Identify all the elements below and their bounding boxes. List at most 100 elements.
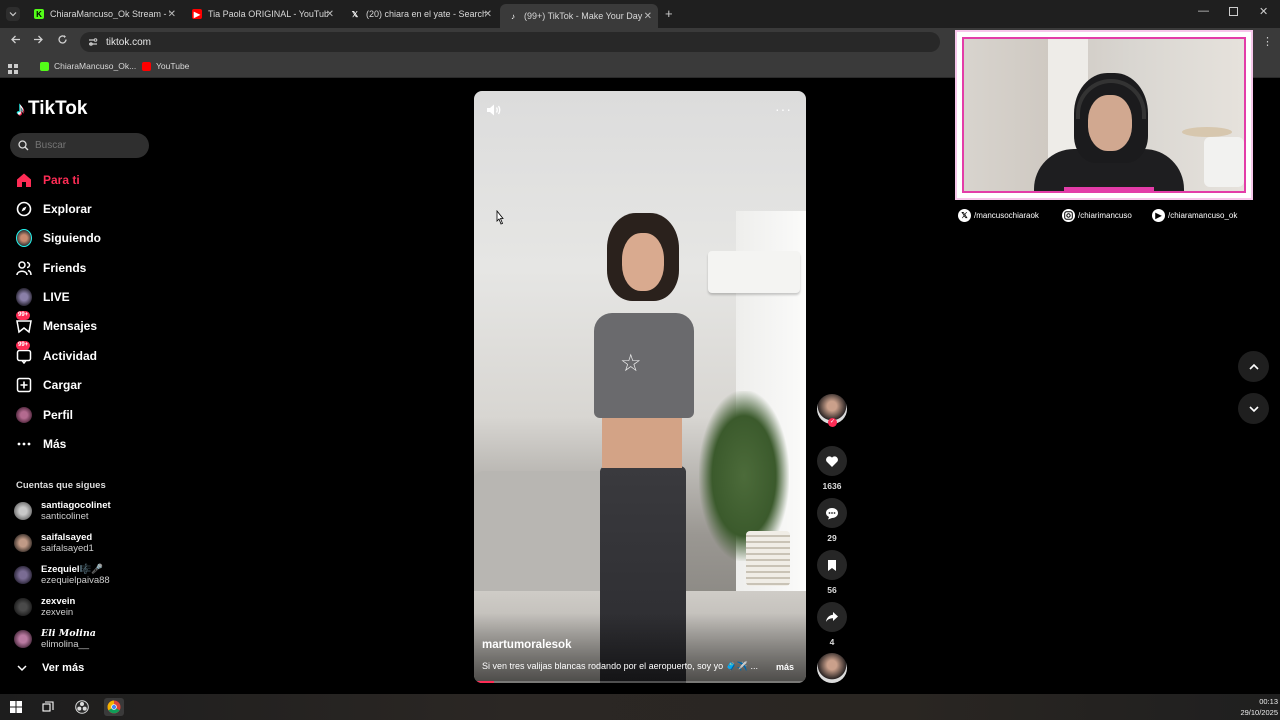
messages-icon: 99+ [16, 311, 32, 334]
search-box[interactable] [10, 133, 149, 158]
tiktok-logo[interactable]: ♪ TikTok [16, 98, 87, 120]
close-tab-icon[interactable]: ✕ [326, 9, 334, 20]
forward-button[interactable] [33, 34, 44, 48]
tiktok-note-icon: ♪ [16, 98, 25, 119]
messages-badge: 99+ [16, 311, 31, 320]
back-button[interactable] [10, 34, 21, 48]
see-more-button[interactable]: Ver más [16, 662, 84, 674]
nav-following[interactable]: Siguiendo [16, 228, 101, 248]
tab-x-search[interactable]: 𝕏 (20) chiara en el yate - Search / ✕ [342, 4, 498, 24]
nav-messages[interactable]: 99+ Mensajes [16, 311, 97, 336]
save-button[interactable]: 56 [817, 550, 847, 595]
close-tab-icon[interactable]: ✕ [168, 9, 176, 20]
apps-grid-icon[interactable] [8, 61, 18, 79]
video-scene-basket [746, 531, 790, 586]
sound-disc-button[interactable] [817, 653, 847, 683]
following-account[interactable]: saifalsayed saifalsayed1 [14, 530, 94, 556]
video-person-midriff [602, 416, 682, 468]
webcam-overlay [955, 30, 1253, 200]
youtube-icon: ▶ [1152, 209, 1165, 222]
mouse-cursor-icon [496, 210, 504, 225]
avatar [14, 566, 32, 584]
following-account[interactable]: zexvein zexvein [14, 594, 75, 620]
close-tab-icon[interactable]: ✕ [644, 11, 652, 22]
following-account[interactable]: 𝑬𝒍𝒊 𝑴𝒐𝒍𝒊𝒏𝒂 elimolina__ [14, 626, 96, 652]
live-avatar [16, 288, 32, 306]
obs-icon [75, 700, 89, 714]
heart-icon [826, 455, 838, 467]
video-person-face [622, 233, 664, 291]
comment-count: 29 [827, 533, 837, 543]
save-count: 56 [827, 585, 837, 595]
home-icon [16, 172, 32, 188]
avatar [14, 534, 32, 552]
activity-icon: 99+ [16, 341, 32, 364]
nav-more[interactable]: Más [16, 434, 66, 454]
task-view-icon [42, 701, 54, 712]
nav-friends[interactable]: Friends [16, 258, 86, 278]
creator-avatar-button[interactable]: ✓ [817, 394, 847, 427]
taskbar-app-obs[interactable] [72, 698, 92, 716]
webcam-frame-decoration [1064, 187, 1154, 191]
share-count: 4 [829, 637, 835, 647]
search-input[interactable] [35, 140, 135, 151]
share-button[interactable]: 4 [817, 602, 847, 647]
windows-taskbar: 00:13 29/10/2025 [0, 694, 1280, 720]
tiktok-icon: ♪ [511, 11, 515, 21]
video-progress-bar[interactable] [474, 681, 806, 683]
avatar [14, 598, 32, 616]
video-author[interactable]: martumoralesok [482, 639, 571, 651]
nav-profile[interactable]: Perfil [16, 405, 73, 425]
nav-explore[interactable]: Explorar [16, 199, 92, 219]
video-options-icon[interactable]: ··· [775, 101, 792, 117]
task-view-button[interactable] [38, 698, 58, 716]
share-icon [826, 612, 838, 622]
back-arrow-icon [11, 35, 20, 44]
start-button[interactable] [6, 698, 26, 716]
following-account[interactable]: santiagocolinet santicolinet [14, 498, 111, 524]
kick-icon: K [34, 9, 44, 19]
like-button[interactable]: 1636 [817, 446, 847, 491]
webcam-feed [962, 37, 1246, 193]
next-video-button[interactable] [1238, 393, 1269, 424]
system-clock[interactable]: 00:13 29/10/2025 [1240, 696, 1278, 718]
taskbar-app-chrome[interactable] [104, 698, 124, 716]
search-icon [18, 140, 29, 151]
caption-more-link[interactable]: más [776, 662, 794, 672]
bookmark-youtube[interactable]: YouTube [142, 61, 189, 71]
social-instagram: /chiarimancuso [1062, 209, 1132, 222]
chevron-down-icon [1248, 405, 1259, 412]
bookmark-kick[interactable]: ChiaraMancuso_Ok... [40, 61, 136, 71]
windows-icon [10, 701, 22, 713]
volume-button[interactable] [486, 103, 502, 122]
nav-upload[interactable]: Cargar [16, 375, 82, 395]
tab-youtube[interactable]: ▶ Tia Paola ORIGINAL - YouTube ✕ [184, 4, 340, 24]
webcam-scene-table [1182, 127, 1232, 137]
comment-button[interactable]: 29 [817, 498, 847, 543]
browser-menu-button[interactable]: ⋮ [1262, 35, 1273, 48]
tab-tiktok[interactable]: ♪ (99+) TikTok - Make Your Day ✕ [500, 4, 658, 28]
nav-live[interactable]: LIVE [16, 287, 70, 307]
tab-kick-stream[interactable]: K ChiaraMancuso_Ok Stream - W ✕ [26, 4, 182, 24]
profile-avatar [16, 407, 32, 423]
following-account[interactable]: Ezequiel🎼🎤 ezequielpaiva88 [14, 562, 110, 588]
video-player[interactable]: ☆ ··· martumoralesok Si ven tres valijas… [474, 91, 806, 683]
new-tab-button[interactable]: + [665, 6, 673, 21]
restore-button[interactable] [1229, 7, 1238, 16]
nav-activity[interactable]: 99+ Actividad [16, 341, 97, 366]
video-shirt-star: ☆ [620, 350, 642, 377]
minimize-button[interactable]: — [1198, 5, 1209, 17]
site-info-icon[interactable] [88, 37, 98, 50]
close-window-button[interactable]: ✕ [1259, 5, 1268, 18]
youtube-icon: ▶ [192, 9, 202, 19]
tab-search-button[interactable] [6, 7, 20, 21]
nav-for-you[interactable]: Para ti [16, 170, 80, 190]
chevron-up-icon [1248, 363, 1259, 370]
reload-button[interactable] [57, 34, 68, 48]
chevron-down-icon [17, 665, 27, 672]
stream-socials: 𝕏 /mancusochiaraok /chiarimancuso ▶ /chi… [958, 209, 1258, 225]
close-tab-icon[interactable]: ✕ [484, 9, 492, 20]
previous-video-button[interactable] [1238, 351, 1269, 382]
address-bar[interactable]: tiktok.com [80, 32, 940, 52]
video-progress-fill [474, 681, 494, 683]
